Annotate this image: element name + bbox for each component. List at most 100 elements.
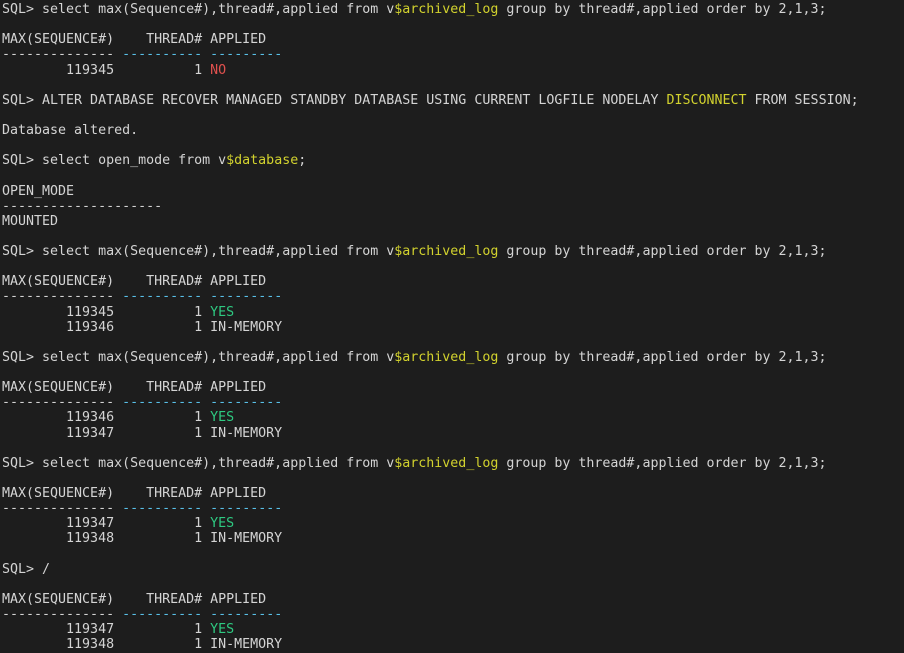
terminal[interactable]: SQL> select max(Sequence#),thread#,appli… bbox=[0, 0, 904, 653]
terminal-text: 119348 1 IN-MEMORY bbox=[2, 637, 282, 652]
terminal-text: SQL> select open_mode from v bbox=[2, 153, 226, 168]
terminal-text: SQL> ALTER DATABASE RECOVER MANAGED STAN… bbox=[2, 93, 666, 108]
status-line: Database altered. bbox=[2, 123, 904, 138]
terminal-text: --------- bbox=[210, 607, 282, 622]
blank-line bbox=[2, 78, 904, 93]
terminal-text: MOUNTED bbox=[2, 214, 58, 229]
sql-command-line: SQL> select max(Sequence#),thread#,appli… bbox=[2, 244, 904, 259]
terminal-text: MAX(SEQUENCE#) THREAD# APPLIED bbox=[2, 380, 266, 395]
terminal-text: -------------- bbox=[2, 395, 114, 410]
terminal-text: 119347 1 IN-MEMORY bbox=[2, 426, 282, 441]
terminal-text bbox=[114, 607, 122, 622]
terminal-text: 119345 1 bbox=[2, 305, 210, 320]
sql-command-line: SQL> select open_mode from v$database; bbox=[2, 153, 904, 168]
terminal-text: 119348 1 IN-MEMORY bbox=[2, 531, 282, 546]
terminal-text bbox=[114, 395, 122, 410]
terminal-text bbox=[114, 47, 122, 62]
result-row: 119347 1 YES bbox=[2, 622, 904, 637]
terminal-text: 119345 1 bbox=[2, 63, 210, 78]
blank-line bbox=[2, 168, 904, 183]
terminal-text: ---------- bbox=[122, 289, 202, 304]
query-output-header: OPEN_MODE bbox=[2, 184, 904, 199]
column-separator: -------------------- bbox=[2, 199, 904, 214]
applied-status: YES bbox=[210, 622, 234, 637]
result-row: 119346 1 YES bbox=[2, 410, 904, 425]
highlighted-view-name: $archived_log bbox=[394, 2, 498, 17]
blank-line bbox=[2, 229, 904, 244]
sql-command-line: SQL> select max(Sequence#),thread#,appli… bbox=[2, 456, 904, 471]
terminal-text: SQL> / bbox=[2, 562, 50, 577]
result-row: 119346 1 IN-MEMORY bbox=[2, 320, 904, 335]
blank-line bbox=[2, 335, 904, 350]
terminal-text bbox=[202, 607, 210, 622]
query-output-header: MAX(SEQUENCE#) THREAD# APPLIED bbox=[2, 32, 904, 47]
terminal-text: group by thread#,applied order by 2,1,3; bbox=[498, 456, 826, 471]
result-row: 119347 1 YES bbox=[2, 516, 904, 531]
terminal-window: SQL> select max(Sequence#),thread#,appli… bbox=[0, 0, 904, 653]
blank-line bbox=[2, 547, 904, 562]
terminal-text: --------- bbox=[210, 47, 282, 62]
blank-line bbox=[2, 259, 904, 274]
terminal-text: 119346 1 IN-MEMORY bbox=[2, 320, 282, 335]
blank-line bbox=[2, 108, 904, 123]
applied-status: YES bbox=[210, 516, 234, 531]
terminal-text: SQL> select max(Sequence#),thread#,appli… bbox=[2, 350, 394, 365]
terminal-text: -------------------- bbox=[2, 199, 162, 214]
terminal-text: SQL> select max(Sequence#),thread#,appli… bbox=[2, 2, 394, 17]
result-row: 119348 1 IN-MEMORY bbox=[2, 637, 904, 652]
query-output-header: MAX(SEQUENCE#) THREAD# APPLIED bbox=[2, 592, 904, 607]
sql-command-line: SQL> / bbox=[2, 562, 904, 577]
query-output-header: MAX(SEQUENCE#) THREAD# APPLIED bbox=[2, 274, 904, 289]
terminal-text: ; bbox=[298, 153, 306, 168]
terminal-text: 119347 1 bbox=[2, 516, 210, 531]
terminal-text: --------- bbox=[210, 395, 282, 410]
blank-line bbox=[2, 441, 904, 456]
terminal-text bbox=[202, 395, 210, 410]
terminal-text: ---------- bbox=[122, 47, 202, 62]
terminal-text: Database altered. bbox=[2, 123, 138, 138]
blank-line bbox=[2, 471, 904, 486]
terminal-text bbox=[114, 289, 122, 304]
terminal-text: -------------- bbox=[2, 289, 114, 304]
column-separator: -------------- ---------- --------- bbox=[2, 289, 904, 304]
applied-status: YES bbox=[210, 305, 234, 320]
blank-line bbox=[2, 138, 904, 153]
sql-command-line: SQL> select max(Sequence#),thread#,appli… bbox=[2, 350, 904, 365]
column-separator: -------------- ---------- --------- bbox=[2, 607, 904, 622]
terminal-text: MAX(SEQUENCE#) THREAD# APPLIED bbox=[2, 486, 266, 501]
terminal-text: MAX(SEQUENCE#) THREAD# APPLIED bbox=[2, 32, 266, 47]
terminal-text: MAX(SEQUENCE#) THREAD# APPLIED bbox=[2, 274, 266, 289]
blank-line bbox=[2, 17, 904, 32]
terminal-text: SQL> select max(Sequence#),thread#,appli… bbox=[2, 244, 394, 259]
blank-line bbox=[2, 365, 904, 380]
terminal-text: -------------- bbox=[2, 47, 114, 62]
terminal-text bbox=[202, 289, 210, 304]
sql-command-line: SQL> ALTER DATABASE RECOVER MANAGED STAN… bbox=[2, 93, 904, 108]
terminal-text: OPEN_MODE bbox=[2, 184, 74, 199]
terminal-text: SQL> select max(Sequence#),thread#,appli… bbox=[2, 456, 394, 471]
column-separator: -------------- ---------- --------- bbox=[2, 395, 904, 410]
result-row: MOUNTED bbox=[2, 214, 904, 229]
terminal-text: ---------- bbox=[122, 395, 202, 410]
column-separator: -------------- ---------- --------- bbox=[2, 47, 904, 62]
result-row: 119345 1 NO bbox=[2, 63, 904, 78]
terminal-text bbox=[202, 47, 210, 62]
applied-status: NO bbox=[210, 63, 226, 78]
terminal-text: group by thread#,applied order by 2,1,3; bbox=[498, 350, 826, 365]
highlighted-keyword: DISCONNECT bbox=[666, 93, 746, 108]
terminal-text: MAX(SEQUENCE#) THREAD# APPLIED bbox=[2, 592, 266, 607]
terminal-text: ---------- bbox=[122, 501, 202, 516]
terminal-text: ---------- bbox=[122, 607, 202, 622]
terminal-text: group by thread#,applied order by 2,1,3; bbox=[498, 244, 826, 259]
terminal-text: --------- bbox=[210, 289, 282, 304]
highlighted-view-name: $database bbox=[226, 153, 298, 168]
query-output-header: MAX(SEQUENCE#) THREAD# APPLIED bbox=[2, 486, 904, 501]
terminal-text: --------- bbox=[210, 501, 282, 516]
terminal-text bbox=[114, 501, 122, 516]
terminal-text: 119346 1 bbox=[2, 410, 210, 425]
result-row: 119347 1 IN-MEMORY bbox=[2, 426, 904, 441]
terminal-text: -------------- bbox=[2, 501, 114, 516]
applied-status: YES bbox=[210, 410, 234, 425]
query-output-header: MAX(SEQUENCE#) THREAD# APPLIED bbox=[2, 380, 904, 395]
terminal-text: 119347 1 bbox=[2, 622, 210, 637]
